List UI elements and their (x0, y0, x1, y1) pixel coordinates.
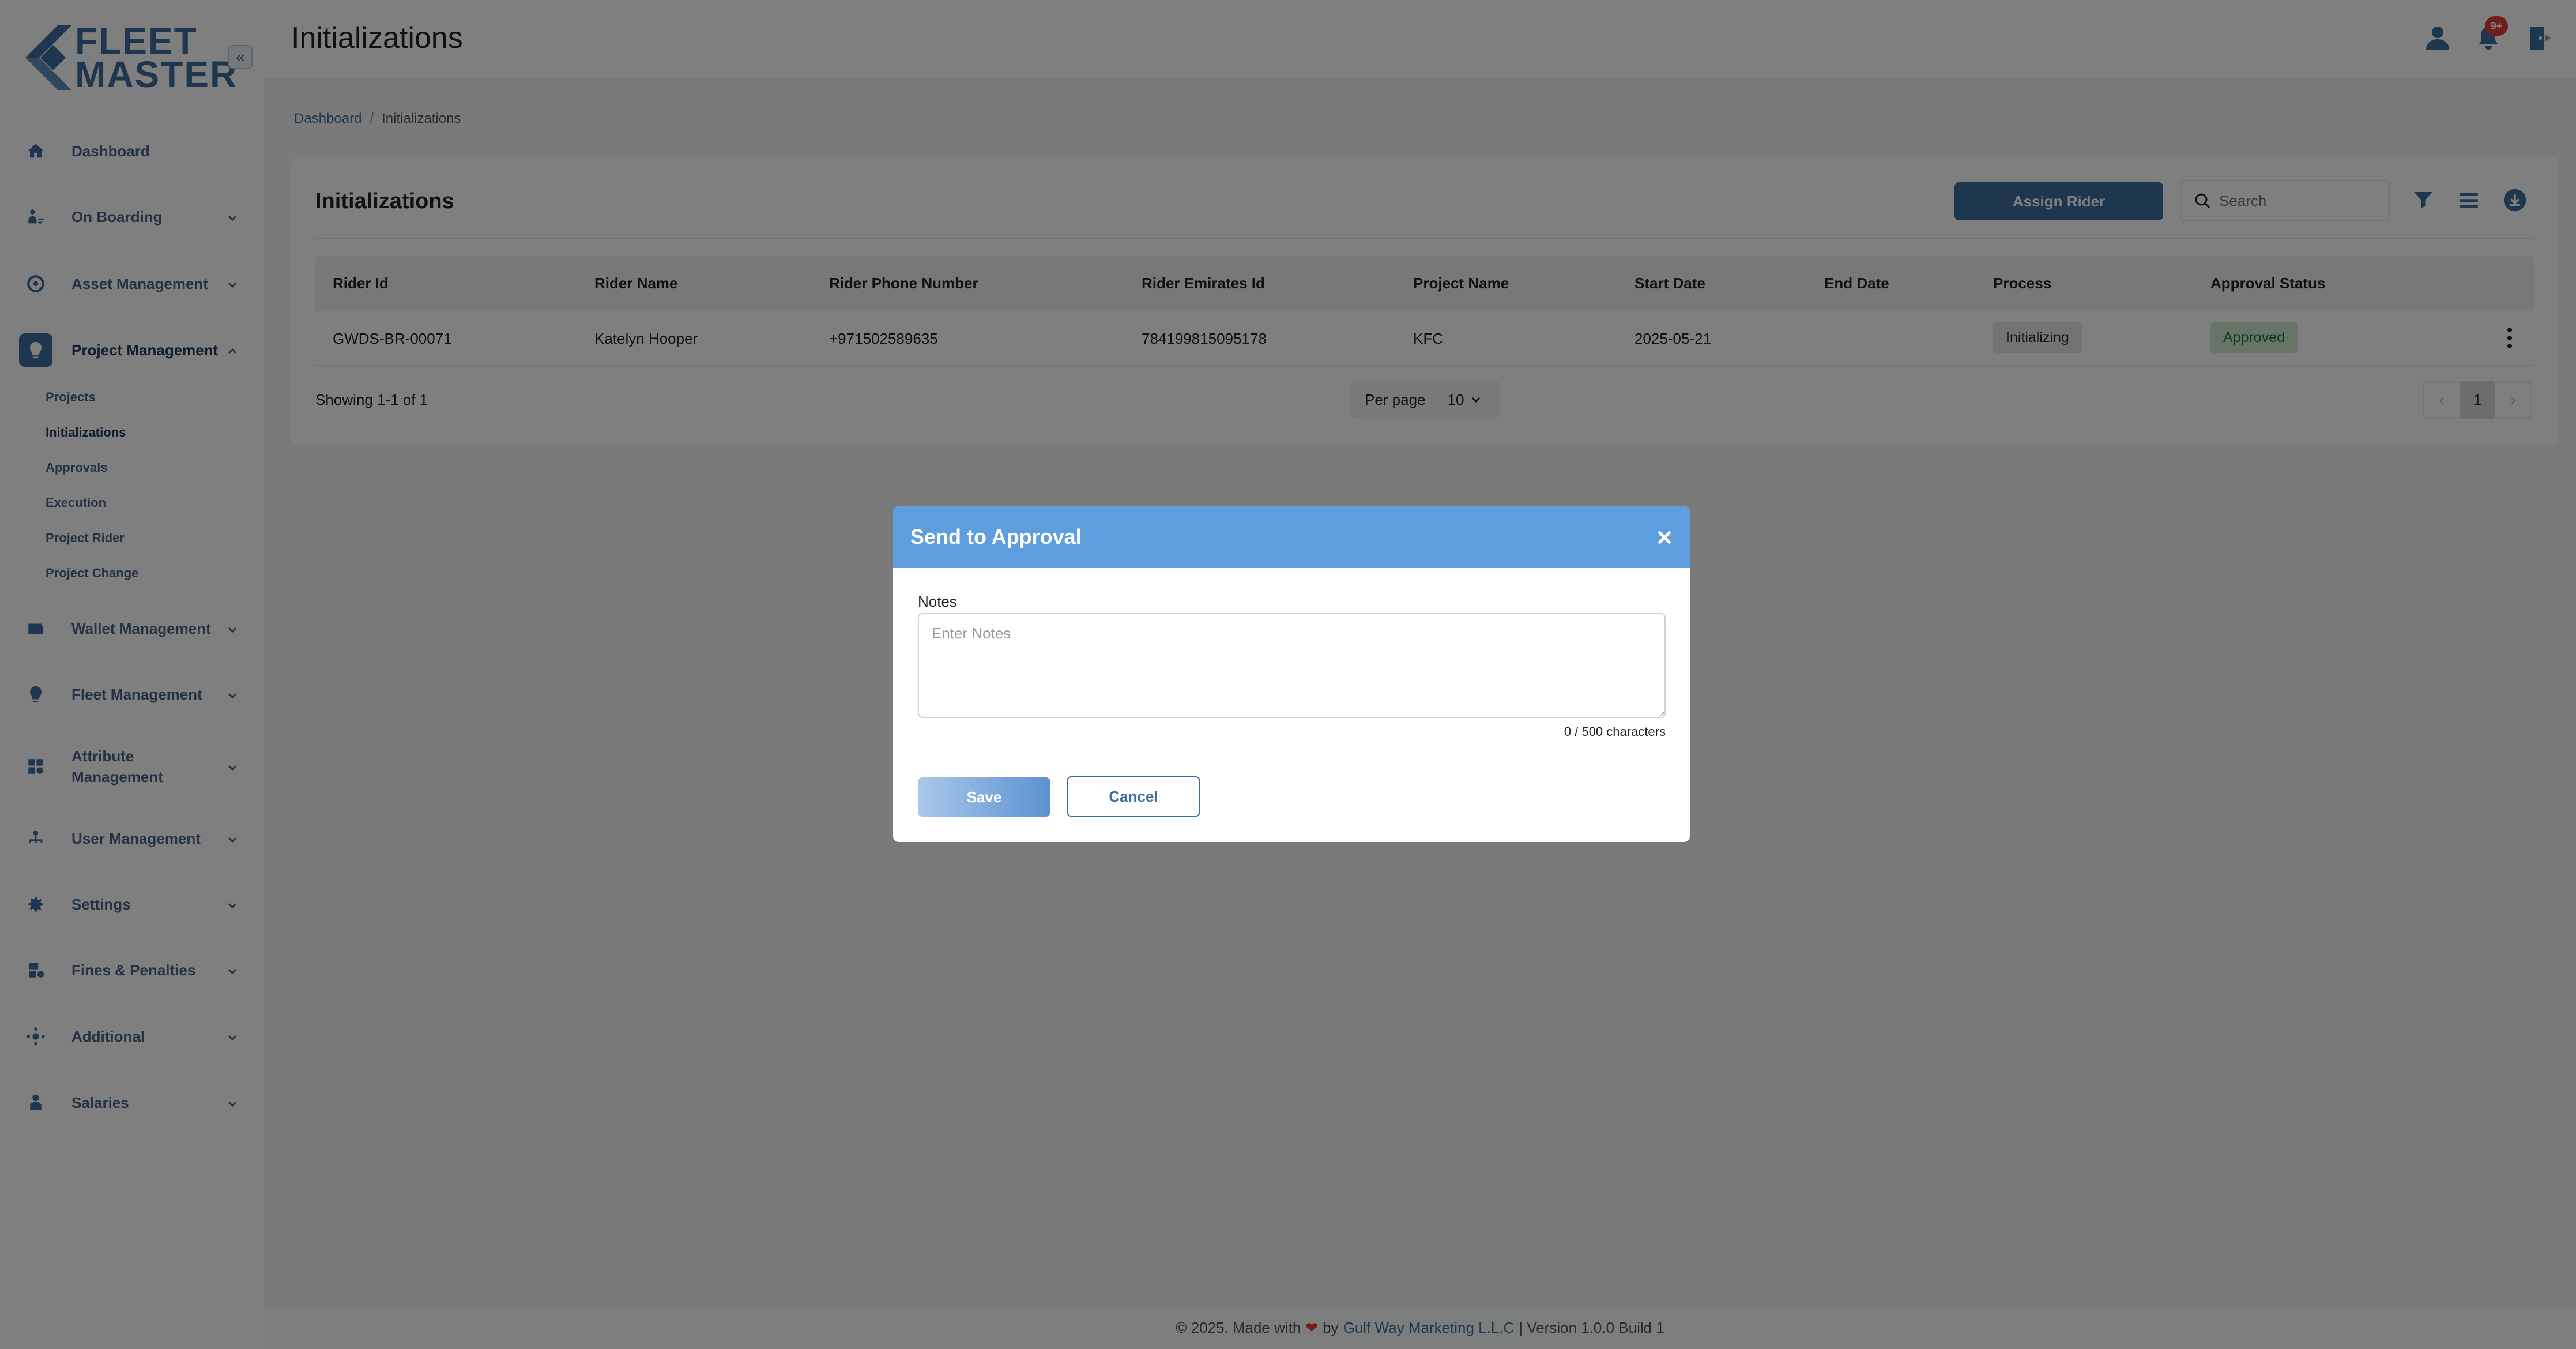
notes-label: Notes (918, 593, 957, 610)
close-icon[interactable] (1653, 526, 1676, 549)
modal-title: Send to Approval (910, 525, 1082, 548)
send-to-approval-dialog: Send to Approval Notes 0 / 500 character… (893, 506, 1690, 842)
cancel-button[interactable]: Cancel (1067, 776, 1200, 817)
notes-textarea[interactable] (918, 613, 1666, 718)
character-counter: 0 / 500 characters (1564, 724, 1666, 739)
save-button[interactable]: Save (918, 777, 1050, 817)
modal-header: Send to Approval (893, 506, 1690, 568)
